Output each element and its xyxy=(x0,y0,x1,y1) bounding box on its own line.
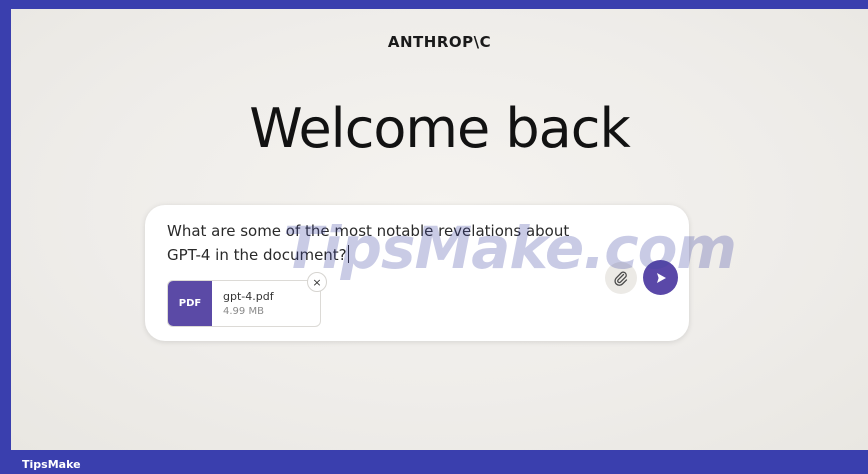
app-window: ANTHROP\C Welcome back What are some of … xyxy=(11,9,868,450)
send-button[interactable] xyxy=(643,260,678,295)
prompt-text: What are some of the most notable revela… xyxy=(167,222,570,264)
attachment-file-size: 4.99 MB xyxy=(223,306,264,317)
footer-bar: TipsMake xyxy=(0,450,868,474)
message-composer[interactable]: What are some of the most notable revela… xyxy=(145,205,689,341)
attach-file-button[interactable] xyxy=(605,262,637,294)
paperclip-icon xyxy=(614,271,628,286)
footer-brand-label: TipsMake xyxy=(22,458,81,471)
attachment-chip[interactable]: PDF gpt-4.pdf 4.99 MB × xyxy=(167,272,327,327)
send-arrow-icon xyxy=(656,272,666,283)
pdf-file-icon: PDF xyxy=(168,281,212,326)
close-icon: × xyxy=(312,275,322,289)
remove-attachment-button[interactable]: × xyxy=(307,272,327,292)
attachment-file-name: gpt-4.pdf xyxy=(223,290,274,303)
text-caret xyxy=(347,245,349,263)
page-title: Welcome back xyxy=(249,97,631,160)
anthropic-logo: ANTHROP\C xyxy=(387,33,492,51)
prompt-input[interactable]: What are some of the most notable revela… xyxy=(167,219,607,267)
